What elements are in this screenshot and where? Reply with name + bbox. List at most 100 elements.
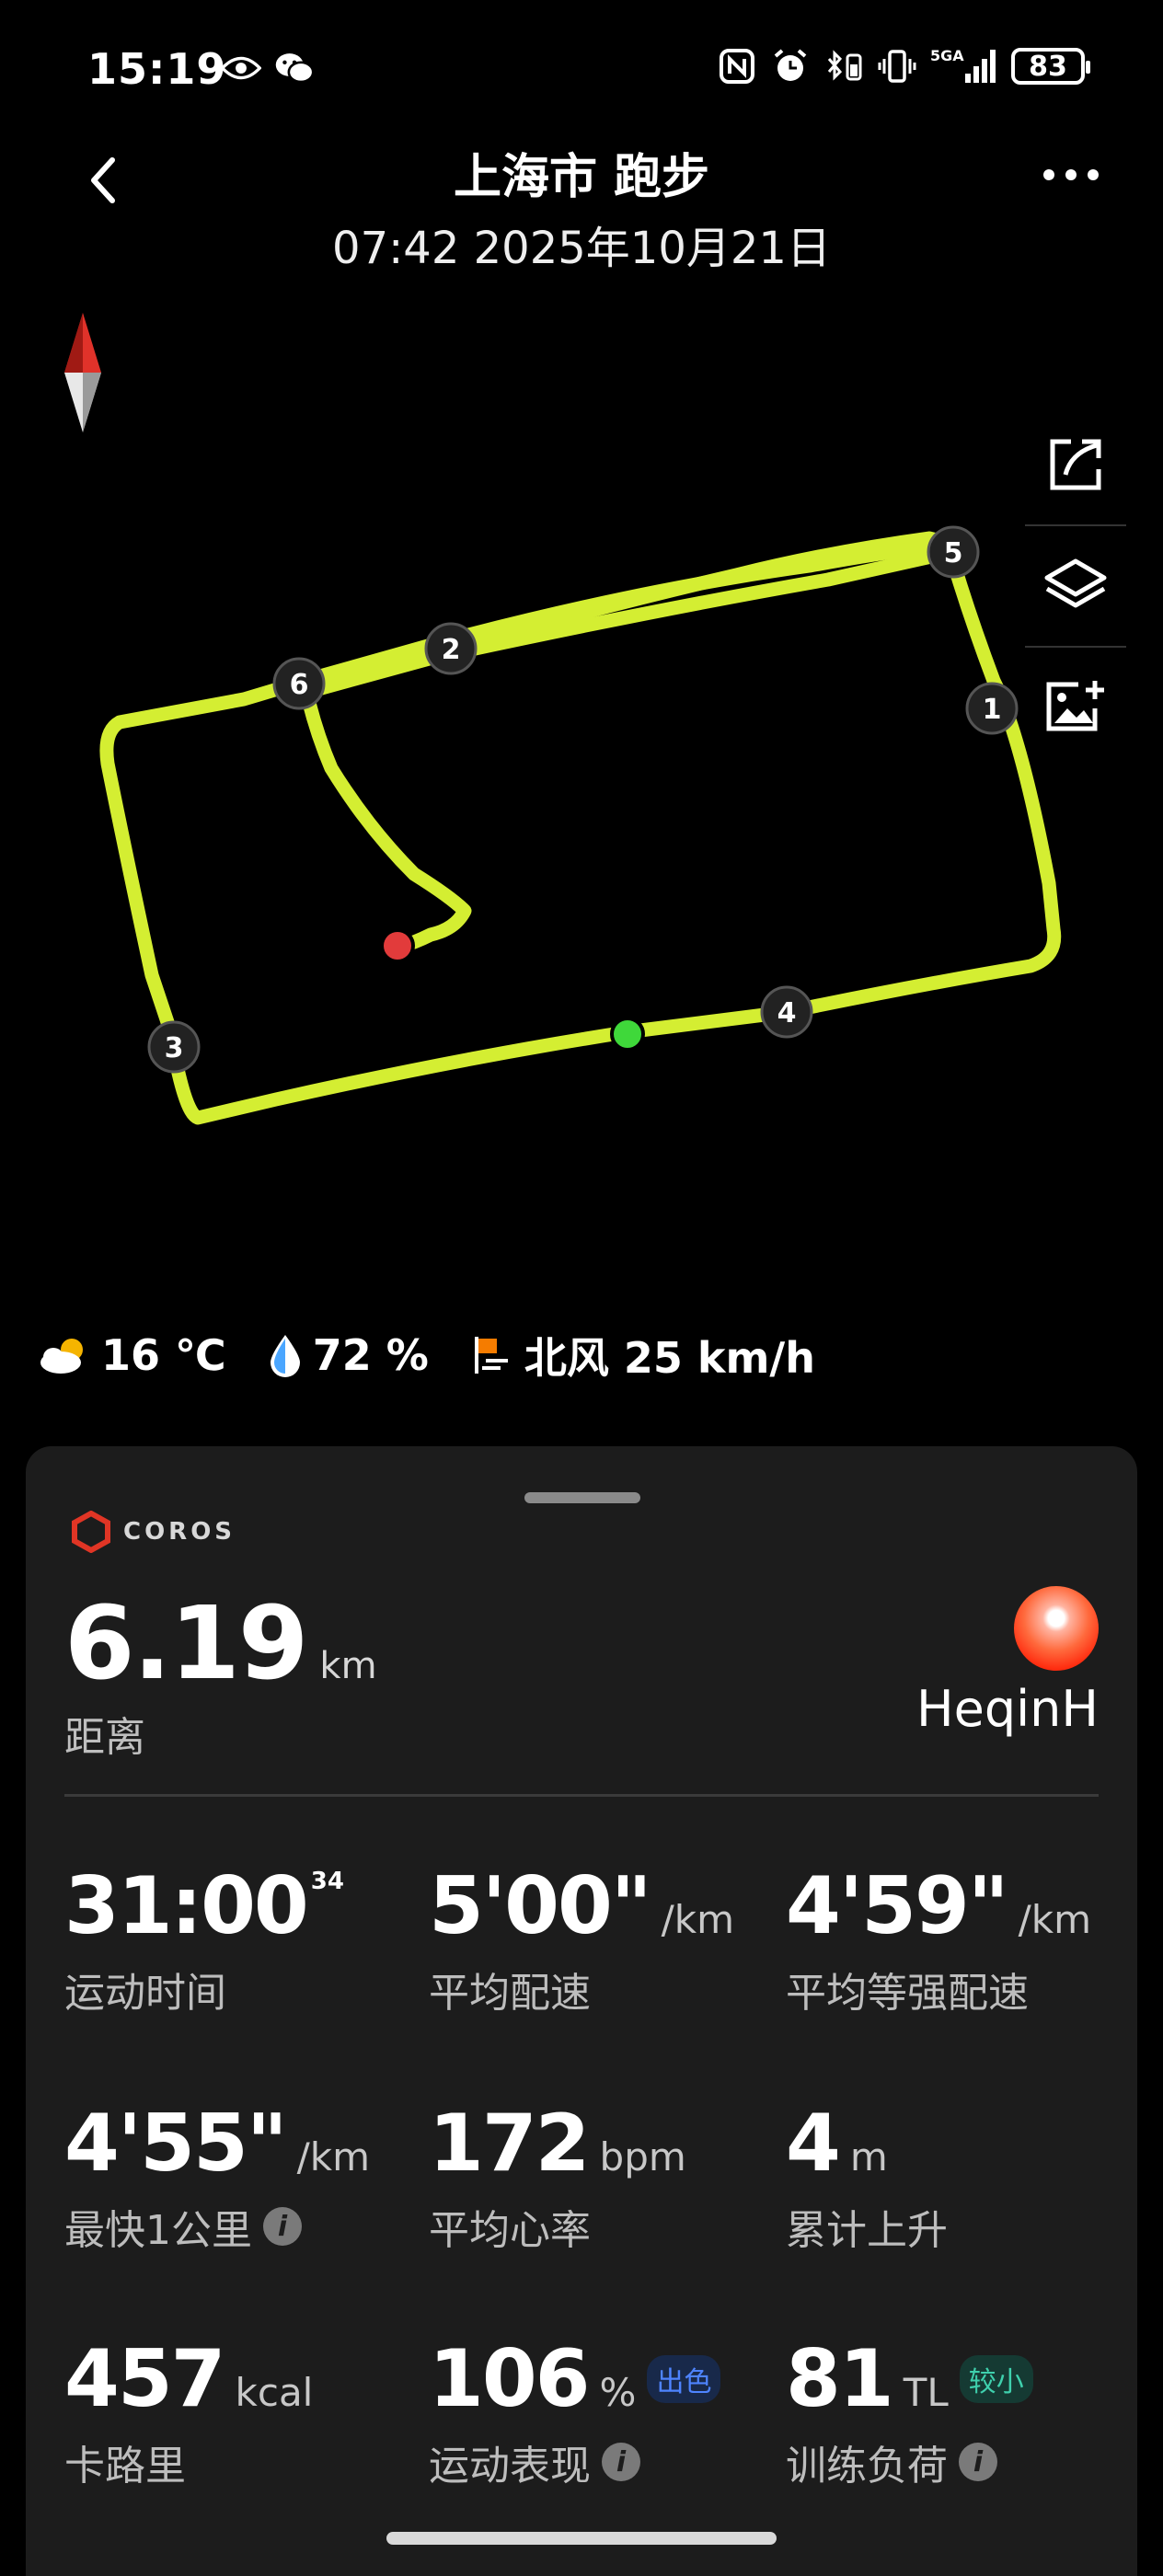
stat-value: 4'59" xyxy=(786,1860,1009,1952)
distance-unit: km xyxy=(319,1645,377,1687)
stat-value: 31:00 xyxy=(64,1860,309,1952)
stat-value: 172 xyxy=(429,2098,591,2190)
km-marker-5[interactable]: 5 xyxy=(927,525,980,579)
km-marker-4[interactable]: 4 xyxy=(760,985,813,1039)
share-button[interactable] xyxy=(1025,405,1126,526)
avatar[interactable] xyxy=(1014,1586,1099,1671)
start-marker[interactable] xyxy=(610,1017,645,1052)
stat-seconds-sup: 34 xyxy=(310,1868,344,1895)
performance-badge: 出色 xyxy=(647,2355,721,2403)
compass-icon[interactable] xyxy=(61,313,105,436)
info-icon[interactable]: i xyxy=(263,2207,302,2246)
alarm-icon xyxy=(770,46,811,86)
distance-label: 距离 xyxy=(64,1714,145,1761)
stat-label: 最快1公里 xyxy=(64,2207,252,2254)
svg-text:5GA: 5GA xyxy=(930,47,964,64)
stat-value: 457 xyxy=(64,2333,226,2425)
page-title: 上海市 跑步 xyxy=(453,150,710,205)
info-icon[interactable]: i xyxy=(959,2443,997,2481)
stat-value: 4'55" xyxy=(64,2098,288,2190)
stat-unit: kcal xyxy=(235,2370,314,2415)
stat-unit: TL xyxy=(903,2370,949,2415)
temperature-item: 16 ℃ xyxy=(37,1330,226,1380)
layers-icon xyxy=(1044,558,1107,608)
stat-label: 累计上升 xyxy=(786,2207,948,2254)
stat-unit: /km xyxy=(1018,1897,1092,1942)
username: HeqinH xyxy=(916,1680,1099,1738)
svg-text:2: 2 xyxy=(442,634,461,666)
signal-icon: 5GA xyxy=(930,46,998,86)
end-marker[interactable] xyxy=(380,928,415,963)
stat-value: 81 xyxy=(786,2333,894,2425)
status-bar: 15:19 5GA 83 xyxy=(0,0,1163,138)
training-load-badge: 较小 xyxy=(959,2355,1033,2403)
humidity-item: 72 % xyxy=(267,1330,429,1380)
wind-value: 北风 25 km/h xyxy=(524,1333,815,1383)
coros-logo-icon xyxy=(72,1511,110,1553)
route-path: 1 2 3 4 5 6 xyxy=(99,525,1062,1125)
nav-header: 上海市 跑步 07:42 2025年10月21日 xyxy=(0,138,1163,276)
wind-flag-icon xyxy=(474,1337,508,1374)
distance-value-row: 6.19 km xyxy=(64,1584,377,1702)
home-indicator[interactable] xyxy=(386,2532,777,2545)
stat-calories: 457 kcal 卡路里 xyxy=(64,2333,313,2491)
summary-card[interactable]: COROS 6.19 km 距离 HeqinH 31:00 34 运动时间 5'0… xyxy=(26,1446,1137,2576)
svg-text:3: 3 xyxy=(165,1032,184,1064)
stat-training-load: 81 TL 较小 训练负荷 i xyxy=(786,2333,1033,2491)
stat-avg-grade-adjusted-pace: 4'59" /km 平均等强配速 xyxy=(786,1860,1091,2018)
temperature-value: 16 ℃ xyxy=(101,1330,226,1380)
brand-logo: COROS xyxy=(70,1511,236,1553)
stat-value: 5'00" xyxy=(429,1860,652,1952)
stat-avg-heart-rate: 172 bpm 平均心率 xyxy=(429,2098,686,2256)
stat-label: 平均配速 xyxy=(429,1970,591,2017)
stat-avg-pace: 5'00" /km 平均配速 xyxy=(429,1860,734,2018)
stat-unit: /km xyxy=(296,2134,371,2179)
stat-label: 卡路里 xyxy=(64,2443,186,2490)
svg-text:4: 4 xyxy=(777,997,797,1029)
divider xyxy=(64,1794,1099,1797)
humidity-drop-icon xyxy=(270,1335,300,1377)
stat-elevation-gain: 4 m 累计上升 xyxy=(786,2098,948,2256)
activity-datetime: 07:42 2025年10月21日 xyxy=(332,223,831,274)
info-icon[interactable]: i xyxy=(602,2443,640,2481)
status-icons-right: 5GA 83 xyxy=(717,46,1090,86)
battery-indicator: 83 xyxy=(1011,48,1090,85)
svg-text:5: 5 xyxy=(944,537,963,569)
nfc-icon xyxy=(717,46,757,86)
stat-label: 训练负荷 xyxy=(786,2443,948,2490)
humidity-value: 72 % xyxy=(312,1330,429,1380)
share-icon xyxy=(1050,439,1101,490)
stat-label: 运动时间 xyxy=(64,1970,226,2017)
more-button[interactable] xyxy=(1034,156,1108,193)
more-icon xyxy=(1043,169,1099,180)
km-marker-6[interactable]: 6 xyxy=(272,657,326,710)
stat-label: 运动表现 xyxy=(429,2443,591,2490)
distance-value: 6.19 xyxy=(64,1584,308,1702)
km-marker-1[interactable]: 1 xyxy=(965,682,1019,735)
weather-row: 16 ℃ 72 % 北风 25 km/h xyxy=(37,1325,843,1386)
svg-text:1: 1 xyxy=(983,694,1002,726)
add-photo-button[interactable] xyxy=(1025,648,1126,767)
bluetooth-battery-icon xyxy=(823,46,864,86)
map-layers-button[interactable] xyxy=(1025,526,1126,648)
stat-unit: m xyxy=(849,2134,888,2179)
stat-label: 平均等强配速 xyxy=(786,1970,1029,2017)
drag-handle[interactable] xyxy=(524,1492,640,1503)
stat-value: 4 xyxy=(786,2098,841,2190)
brand-text: COROS xyxy=(123,1518,236,1546)
route-map[interactable]: 1 2 3 4 5 6 xyxy=(0,276,1163,1288)
status-icons-left xyxy=(221,48,315,88)
svg-text:6: 6 xyxy=(290,669,309,701)
stat-value: 106 xyxy=(429,2333,591,2425)
stat-performance: 106 % 出色 运动表现 i xyxy=(429,2333,721,2491)
stat-unit: /km xyxy=(661,1897,735,1942)
stat-unit: % xyxy=(599,2370,637,2415)
wechat-icon xyxy=(274,48,315,88)
eye-icon xyxy=(221,48,261,88)
stat-duration: 31:00 34 运动时间 xyxy=(64,1860,344,2018)
map-toolbar xyxy=(1025,405,1126,767)
km-marker-2[interactable]: 2 xyxy=(424,622,478,675)
stat-unit: bpm xyxy=(599,2134,686,2179)
vibrate-icon xyxy=(877,46,917,86)
km-marker-3[interactable]: 3 xyxy=(147,1020,201,1074)
